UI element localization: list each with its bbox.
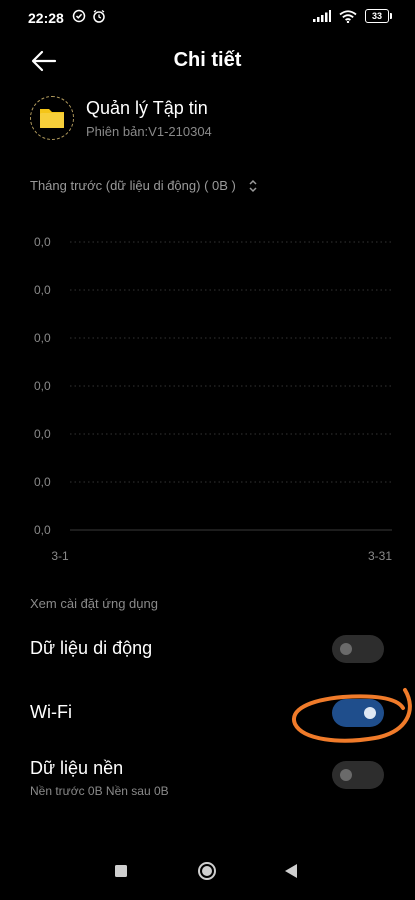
app-icon [30,96,74,140]
back-nav-button[interactable] [284,863,298,884]
mobile-data-label: Dữ liệu di động [30,638,153,658]
y-tick-label: 0,0 [34,283,51,297]
wifi-icon [339,9,357,23]
annotation-circle [291,688,412,743]
y-tick-label: 0,0 [34,235,51,249]
app-version: Phiên bản:V1-210304 [86,124,212,139]
page-title: Chi tiết [173,49,242,71]
y-tick-label: 0,0 [34,475,51,489]
background-data-sub: Nền trước 0B Nền sau 0B [30,784,169,798]
background-data-toggle[interactable] [332,761,384,789]
period-selector[interactable]: Tháng trước (dữ liệu di động) ( 0B ) [30,178,258,193]
triangle-back-icon [285,864,297,878]
signal-icon [313,10,331,22]
toggle-knob [340,769,352,781]
background-data-label: Dữ liệu nền [30,758,124,778]
circle-icon [198,862,216,880]
usage-chart: 0,00,00,00,00,00,00,03-1 3-31 [34,235,392,563]
y-tick-label: 0,0 [34,427,51,441]
square-icon [115,865,127,877]
status-time: 22:28 [28,10,64,26]
check-circle-icon [72,9,86,23]
folder-icon [40,109,64,128]
setting-mobile-data: Dữ liệu di động [30,635,386,678]
y-tick-label: 0,0 [34,523,51,537]
period-label: Tháng trước (dữ liệu di động) ( 0B ) [30,178,236,193]
x-tick-label: 3-1 [51,549,69,563]
app-info: Quản lý Tập tin Phiên bản:V1-210304 [30,96,390,140]
chevron-up-down-icon [249,179,257,192]
alarm-icon [93,9,105,23]
y-tick-label: 0,0 [34,331,51,345]
nav-bar [0,848,415,900]
header: Chi tiết [0,40,415,82]
setting-background-data: Dữ liệu nền Nền trước 0B Nền sau 0B [30,758,386,798]
x-tick-label: 3-31 [368,549,392,563]
y-tick-label: 0,0 [34,379,51,393]
toggle-knob [340,643,352,655]
home-button[interactable] [197,861,217,886]
wifi-label: Wi-Fi [30,702,72,722]
app-name: Quản lý Tập tin [86,98,208,118]
recent-apps-button[interactable] [114,864,128,883]
section-label: Xem cài đặt ứng dụng [30,596,158,611]
mobile-data-toggle[interactable] [332,635,384,663]
status-bar: 22:28 33 [0,0,415,36]
battery-icon: 33 [365,9,392,23]
